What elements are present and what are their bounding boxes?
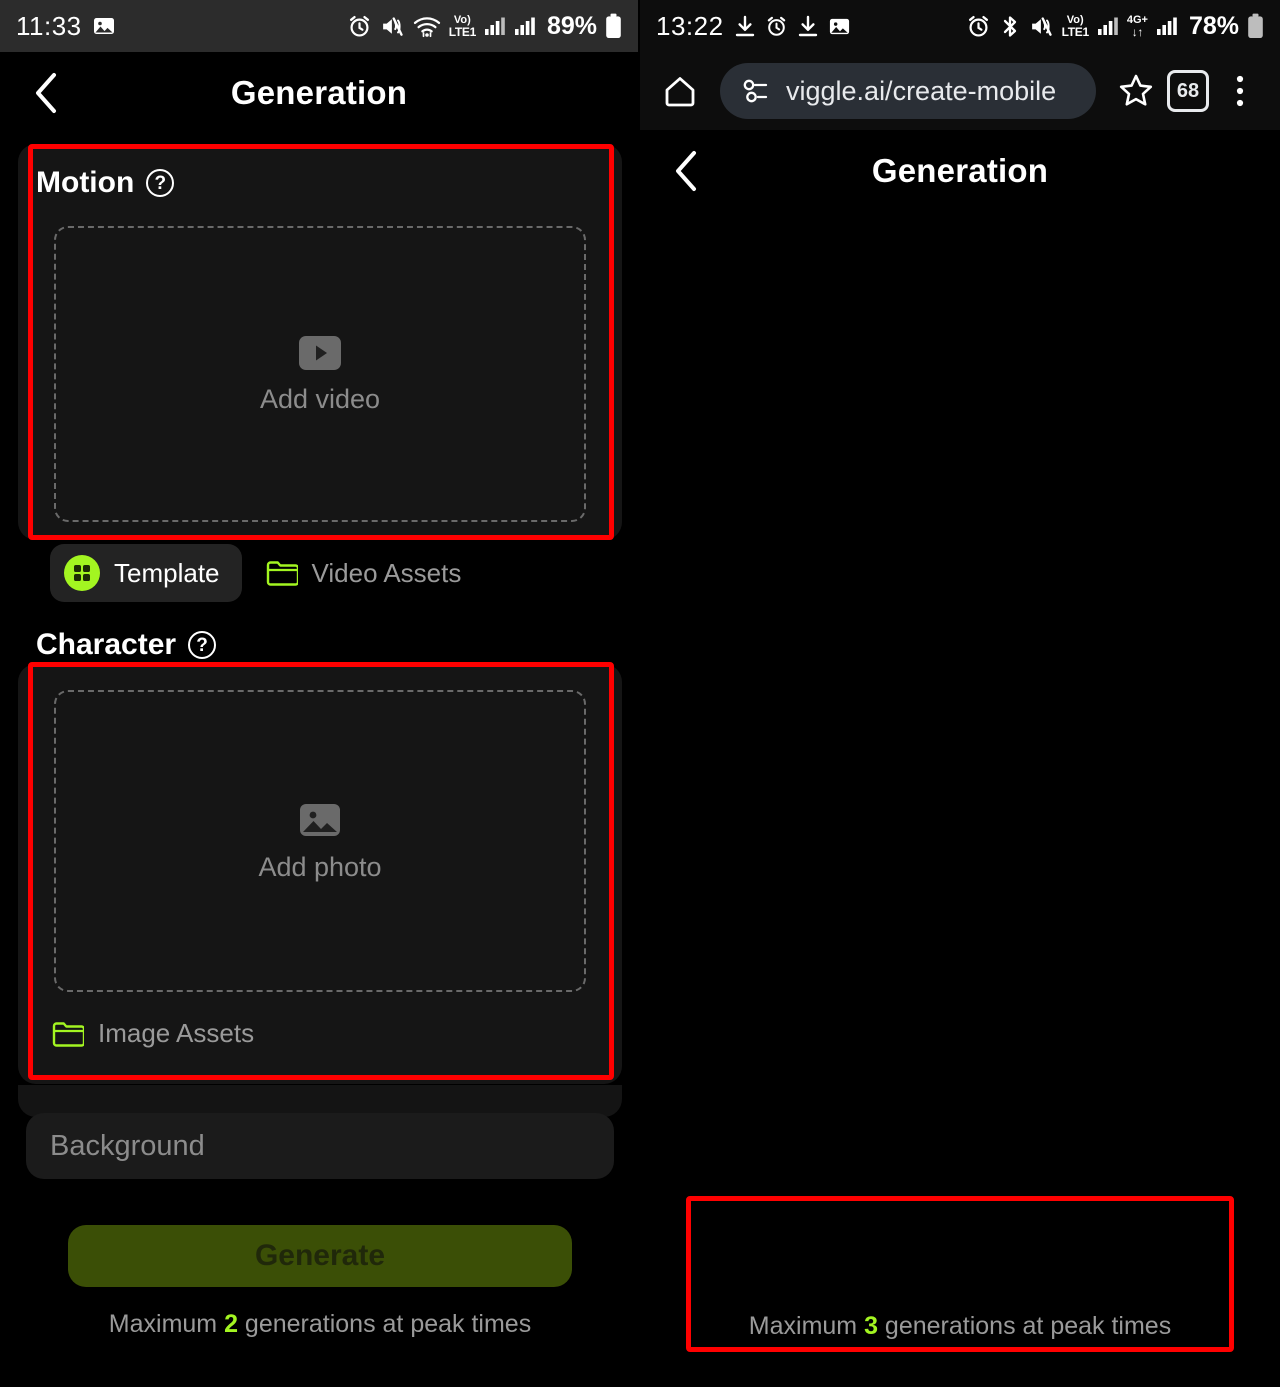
battery-icon	[1247, 13, 1264, 39]
more-vertical-icon[interactable]	[1214, 73, 1266, 109]
image-assets-button[interactable]: Image Assets	[52, 1018, 254, 1049]
image-icon	[298, 800, 342, 840]
page-info-icon[interactable]	[742, 78, 772, 104]
alarm-icon	[765, 15, 788, 38]
max-note-count: 3	[864, 1312, 878, 1340]
question-mark-icon[interactable]: ?	[146, 169, 174, 197]
status-bar-right: 13:22	[640, 0, 1280, 52]
left-screen: 11:33 Vo) LTE1	[0, 0, 640, 1387]
battery-percent: 78%	[1189, 12, 1239, 41]
character-dropzone[interactable]: Add photo	[54, 690, 586, 992]
play-video-icon	[297, 334, 343, 372]
alarm-icon	[966, 14, 991, 39]
address-bar[interactable]: viggle.ai/create-mobile	[720, 63, 1096, 119]
data-network-label: 4G+ ↓↑	[1127, 15, 1148, 38]
signal-icon	[1097, 15, 1119, 37]
tab-video-assets-label: Video Assets	[312, 558, 462, 589]
tab-count: 68	[1167, 70, 1209, 112]
star-icon[interactable]	[1110, 73, 1162, 109]
max-note-suffix: generations at peak times	[878, 1312, 1171, 1340]
screenshot-comparison: 11:33 Vo) LTE1	[0, 0, 1280, 1387]
folder-icon	[266, 559, 298, 587]
character-label: Character	[36, 628, 176, 662]
download-icon	[734, 15, 756, 38]
status-bar-left: 11:33 Vo) LTE1	[0, 0, 638, 52]
mute-icon	[380, 14, 405, 39]
character-section-title: Character ?	[36, 628, 216, 662]
right-screen: 13:22	[640, 0, 1280, 1387]
image-assets-label: Image Assets	[98, 1018, 254, 1049]
background-placeholder: Background	[50, 1130, 205, 1163]
alarm-icon	[347, 14, 372, 39]
status-time: 13:22	[656, 11, 724, 42]
max-generations-note: Maximum 3 generations at peak times	[640, 1312, 1280, 1341]
back-button[interactable]	[664, 149, 708, 193]
question-mark-icon[interactable]: ?	[188, 631, 216, 659]
folder-icon	[52, 1020, 84, 1048]
page-title: Generation	[640, 152, 1280, 190]
generate-button-label: Generate	[255, 1239, 385, 1273]
max-generations-note: Maximum 2 generations at peak times	[0, 1310, 640, 1339]
signal-icon	[484, 15, 506, 37]
grid-icon	[64, 555, 100, 591]
tab-template[interactable]: Template	[50, 544, 242, 602]
tab-switcher-button[interactable]: 68	[1162, 70, 1214, 112]
network-type-label: Vo) LTE1	[449, 15, 476, 38]
page-title: Generation	[0, 74, 638, 112]
battery-icon	[605, 13, 622, 39]
bluetooth-icon	[999, 14, 1021, 39]
tab-template-label: Template	[114, 558, 220, 589]
photos-icon	[828, 15, 851, 38]
signal-icon	[514, 15, 536, 37]
background-field[interactable]: Background	[26, 1113, 614, 1179]
motion-source-tabs: Template Video Assets	[50, 544, 483, 602]
browser-toolbar: viggle.ai/create-mobile 68	[640, 52, 1280, 130]
battery-percent: 89%	[547, 12, 597, 41]
motion-section-title: Motion ?	[36, 166, 174, 200]
back-button[interactable]	[24, 71, 68, 115]
character-dropzone-label: Add photo	[258, 852, 381, 883]
photos-icon	[92, 14, 116, 38]
tab-video-assets[interactable]: Video Assets	[252, 547, 484, 600]
url-text: viggle.ai/create-mobile	[786, 76, 1056, 107]
wifi-icon	[413, 14, 441, 39]
mute-icon	[1029, 14, 1054, 39]
max-note-prefix: Maximum	[749, 1312, 864, 1340]
app-header-left: Generation	[0, 52, 638, 134]
motion-label: Motion	[36, 166, 134, 200]
status-time: 11:33	[16, 11, 82, 42]
generate-button[interactable]: Generate	[68, 1225, 572, 1287]
download-icon	[797, 15, 819, 38]
max-note-count: 2	[224, 1310, 238, 1338]
motion-dropzone-label: Add video	[260, 384, 380, 415]
network-type-label: Vo) LTE1	[1062, 15, 1089, 38]
motion-dropzone[interactable]: Add video	[54, 226, 586, 522]
signal-icon	[1156, 15, 1178, 37]
max-note-suffix: generations at peak times	[238, 1310, 531, 1338]
app-header-right: Generation	[640, 130, 1280, 212]
max-note-prefix: Maximum	[109, 1310, 224, 1338]
home-icon[interactable]	[654, 74, 706, 108]
